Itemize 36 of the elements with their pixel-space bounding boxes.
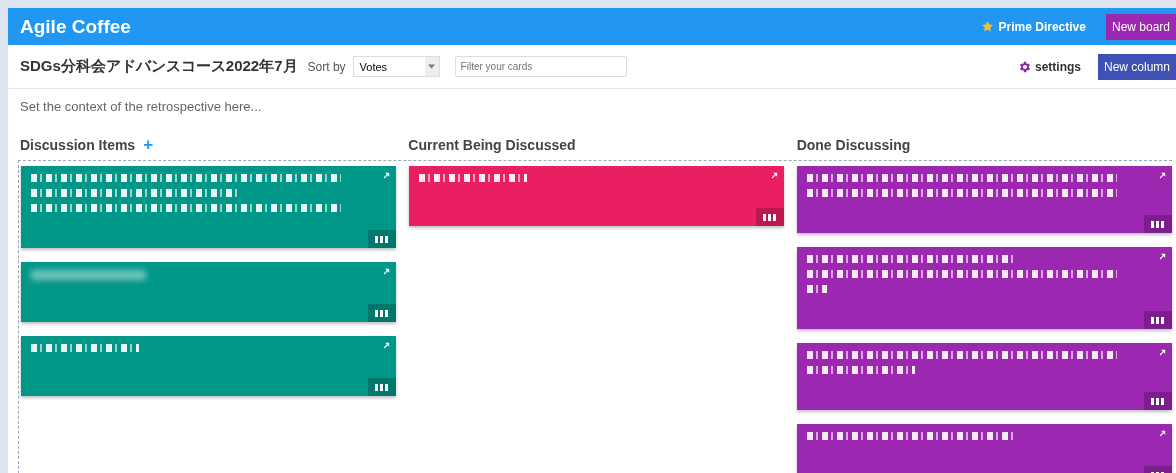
filter-field[interactable]: Filter your cards [454, 56, 627, 77]
vote-count[interactable] [368, 378, 396, 396]
settings-icon [1017, 59, 1032, 74]
board-title: SDGs分科会アドバンスコース2022年7月 [20, 57, 298, 76]
expand-icon[interactable] [1158, 430, 1166, 438]
expand-icon[interactable] [1158, 253, 1166, 261]
vote-count[interactable] [1144, 311, 1172, 329]
sort-label: Sort by [307, 59, 346, 74]
vote-count[interactable] [368, 230, 396, 248]
star-icon [980, 20, 994, 33]
new-column-button[interactable]: New column [1097, 53, 1176, 80]
card[interactable] [797, 424, 1172, 473]
sort-select[interactable]: Votes [352, 56, 440, 77]
column-title: Current Being Discussed [408, 136, 576, 153]
column-title: Done Discussing [796, 136, 911, 153]
expand-icon[interactable] [382, 342, 390, 350]
expand-icon[interactable] [382, 172, 390, 180]
context-field[interactable]: Set the context of the retrospective here... [8, 89, 1176, 121]
new-board-button[interactable]: New board [1105, 13, 1176, 40]
column-title: Discussion Items [20, 136, 136, 153]
expand-icon[interactable] [1158, 349, 1166, 357]
card[interactable] [797, 343, 1172, 410]
redacted-text [807, 285, 828, 293]
card[interactable] [797, 166, 1172, 233]
app-title: Agile Coffee [20, 15, 131, 38]
caret-icon [428, 64, 436, 69]
card[interactable] [21, 166, 396, 248]
vote-count[interactable] [756, 208, 784, 226]
expand-icon[interactable] [770, 172, 778, 180]
settings-link[interactable]: settings [1017, 59, 1081, 74]
vote-count[interactable] [1144, 215, 1172, 233]
vote-count[interactable] [368, 304, 396, 322]
expand-icon[interactable] [1158, 172, 1166, 180]
expand-icon[interactable] [382, 268, 390, 276]
vote-count[interactable] [1144, 392, 1172, 410]
card[interactable] [797, 247, 1172, 329]
